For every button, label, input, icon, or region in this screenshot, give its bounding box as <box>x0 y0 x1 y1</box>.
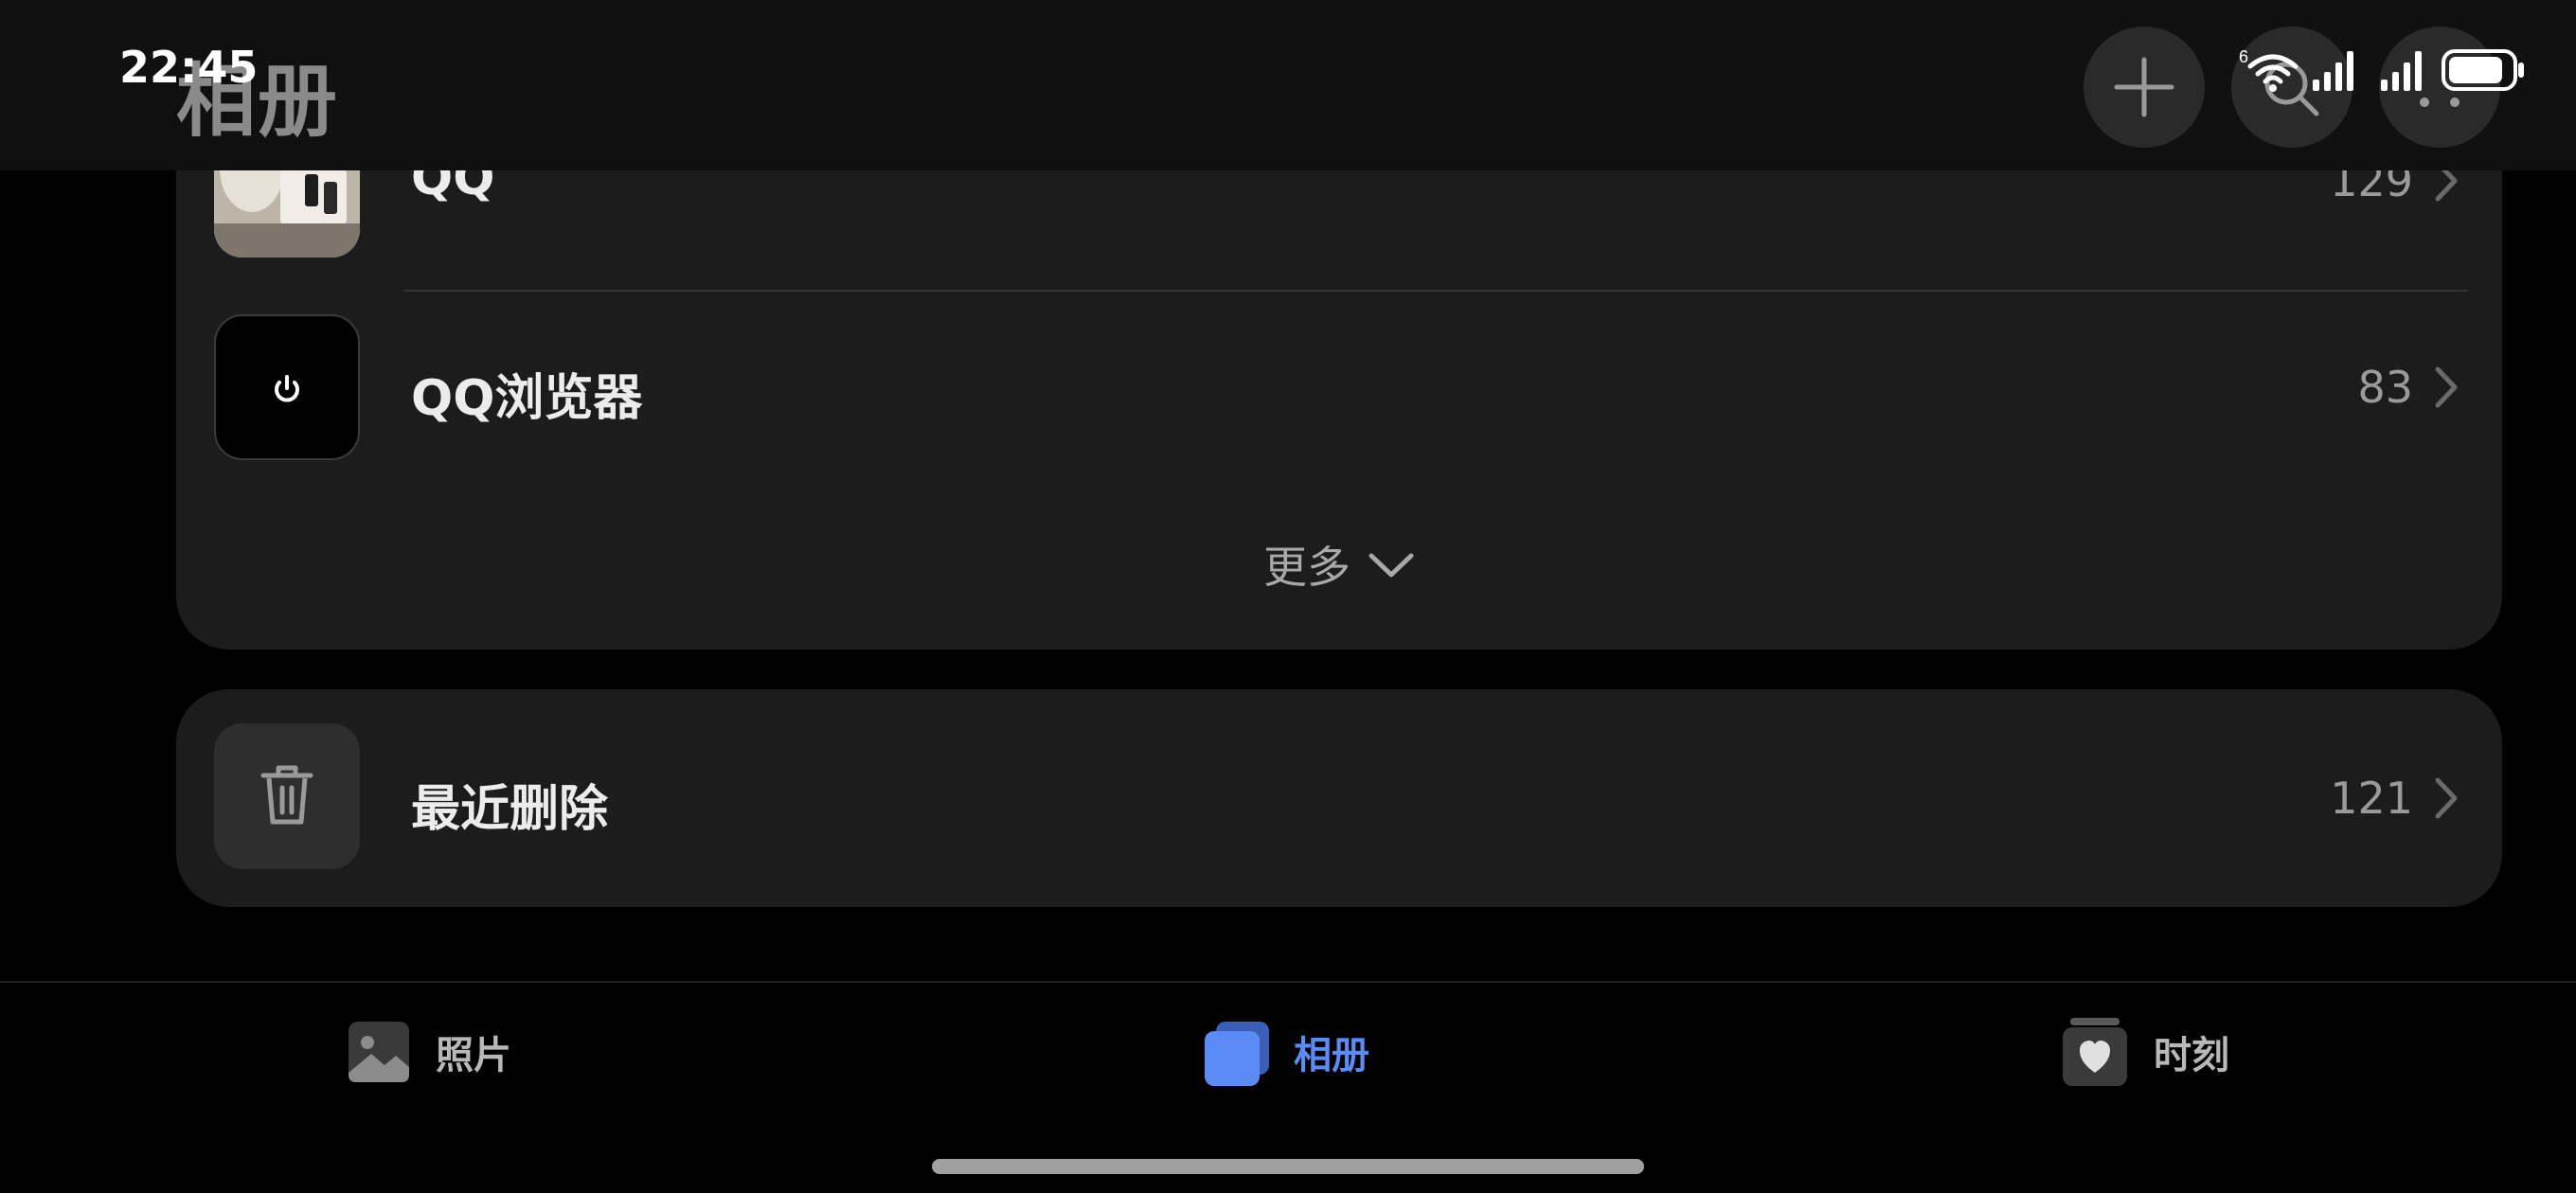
more-albums-button[interactable]: 更多 <box>176 526 2502 602</box>
header-bar: 相册 <box>0 0 2576 170</box>
tab-label: 相册 <box>1294 1034 1369 1077</box>
battery-icon <box>2442 49 2524 91</box>
trash-icon <box>260 765 313 825</box>
wifi-icon: 6 <box>2239 47 2299 92</box>
wifi-badge: 6 <box>2239 47 2248 66</box>
power-icon <box>275 375 299 402</box>
album-count: 83 <box>2357 362 2413 413</box>
chevron-right-icon <box>2435 777 2458 819</box>
moments-icon <box>2063 1018 2127 1086</box>
status-time: 22:45 <box>119 42 259 93</box>
tab-moments[interactable]: 时刻 <box>2059 1011 2229 1093</box>
tab-label: 照片 <box>436 1034 511 1077</box>
photo-icon <box>349 1022 409 1082</box>
signal-icon <box>2313 51 2353 91</box>
album-name: QQ浏览器 <box>411 370 643 427</box>
recently-deleted-label: 最近删除 <box>411 781 609 838</box>
album-list-card: QQ 129 QQ浏览器 83 更多 <box>176 95 2502 650</box>
add-album-button[interactable] <box>2084 27 2205 148</box>
tab-label: 时刻 <box>2154 1034 2229 1077</box>
tab-photos[interactable]: 照片 <box>345 1011 511 1093</box>
trash-icon-tile <box>214 723 360 869</box>
chevron-down-icon <box>1368 553 1414 578</box>
more-label: 更多 <box>1263 542 1351 593</box>
home-indicator[interactable] <box>932 1159 1644 1174</box>
album-icon <box>1205 1022 1269 1086</box>
plus-icon <box>2114 57 2174 117</box>
tab-albums[interactable]: 相册 <box>1201 1011 1369 1093</box>
recently-deleted-count: 121 <box>2330 773 2413 824</box>
album-row-qq-browser[interactable]: QQ浏览器 83 <box>176 292 2502 462</box>
gallery-screen: QQ 129 QQ浏览器 83 更多 最近删除 121 相册 22:45 6 照… <box>0 0 2576 1193</box>
album-thumbnail <box>214 314 360 460</box>
chevron-right-icon <box>2435 366 2458 408</box>
recently-deleted-card[interactable]: 最近删除 121 <box>176 689 2502 907</box>
signal-icon <box>2381 51 2422 91</box>
